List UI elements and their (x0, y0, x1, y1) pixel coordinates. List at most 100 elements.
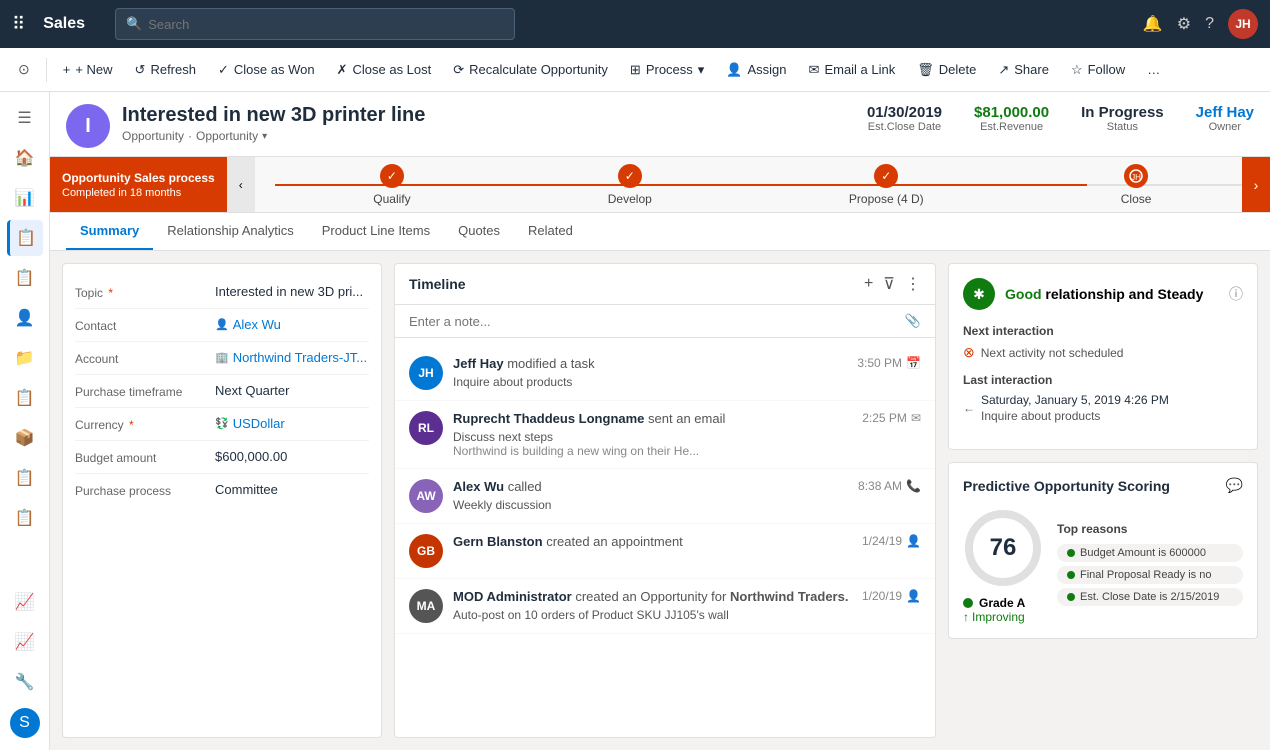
three-column-layout: Topic * Interested in new 3D pri... Cont… (50, 251, 1270, 750)
record-title-info: Interested in new 3D printer line Opport… (122, 104, 425, 143)
last-date: Saturday, January 5, 2019 4:26 PM (981, 393, 1169, 407)
sidebar-tasks-icon[interactable]: 📋 (7, 500, 43, 536)
process-prev-button[interactable]: ‹ (227, 157, 255, 212)
relationship-info-button[interactable]: ⓘ (1229, 284, 1243, 304)
delete-button[interactable]: 🗑 Delete (907, 56, 986, 84)
field-contact: Contact 👤 Alex Wu (75, 309, 369, 342)
relationship-title: Good relationship and Steady (1005, 286, 1203, 302)
field-budget-amount: Budget amount $600,000.00 (75, 441, 369, 474)
timeline-item: GB Gern Blanston created an appointment … (395, 524, 935, 579)
sidebar-settings-icon[interactable]: 🔧 (7, 664, 43, 700)
share-button[interactable]: ↗ Share (988, 56, 1059, 84)
improving-arrow-icon: ↑ (963, 610, 969, 624)
timeline-filter-button[interactable]: ⊽ (883, 274, 895, 294)
sidebar-reports-icon[interactable]: 📋 (7, 460, 43, 496)
notification-icon[interactable]: 🔔 (1143, 14, 1163, 34)
sidebar-home-icon[interactable]: 🏠 (7, 140, 43, 176)
sidebar-products-icon[interactable]: 📦 (7, 420, 43, 456)
new-label: + New (75, 62, 112, 77)
scoring-content: 76 Grade A ↑ Improving (963, 508, 1243, 624)
tab-related[interactable]: Related (514, 213, 587, 250)
tab-relationship-analytics[interactable]: Relationship Analytics (153, 213, 307, 250)
process-step-develop[interactable]: ✓ Develop (608, 164, 652, 206)
step-label-qualify: Qualify (373, 192, 410, 206)
process-next-button[interactable]: › (1242, 157, 1270, 212)
tl-time: 1/20/19 👤 (862, 589, 921, 603)
process-badge-label: Opportunity Sales process (62, 171, 215, 185)
settings-icon[interactable]: ⚙ (1177, 14, 1191, 34)
sidebar-user-icon[interactable]: S (10, 708, 40, 738)
search-input[interactable] (148, 17, 504, 32)
tl-action: called (508, 479, 542, 494)
attachment-icon[interactable]: 📎 (905, 313, 921, 329)
sidebar-records-icon[interactable]: 📋 (7, 220, 43, 256)
refresh-button[interactable]: ↺ Refresh (125, 56, 206, 84)
sidebar-analytics2-icon[interactable]: 📈 (7, 624, 43, 660)
sidebar-files-icon[interactable]: 📁 (7, 340, 43, 376)
field-value-account[interactable]: 🏢 Northwind Traders-JT... (215, 350, 367, 365)
help-icon[interactable]: ? (1205, 15, 1214, 33)
sidebar-notes-icon[interactable]: 📋 (7, 380, 43, 416)
history-button[interactable]: ⊙ (8, 55, 40, 84)
timeline-more-button[interactable]: ⋮ (905, 274, 921, 294)
timeline-item: MA MOD Administrator created an Opportun… (395, 579, 935, 634)
record-breadcrumb[interactable]: Opportunity (196, 129, 258, 143)
contact-icon: 👤 (215, 318, 229, 331)
process-step-close[interactable]: JH Close (1121, 164, 1152, 206)
assign-button[interactable]: 👤 Assign (716, 56, 796, 84)
scoring-chat-button[interactable]: 💬 (1226, 477, 1243, 494)
sidebar-analytics-icon[interactable]: 📈 (7, 584, 43, 620)
timeline-note-input[interactable] (409, 314, 897, 329)
process-bar: Opportunity Sales process Completed in 1… (50, 157, 1270, 213)
sidebar-contacts-icon[interactable]: 👤 (7, 300, 43, 336)
email-link-button[interactable]: ✉ Email a Link (799, 56, 906, 84)
process-step-qualify[interactable]: ✓ Qualify (373, 164, 410, 206)
sidebar-menu-icon[interactable]: ☰ (7, 100, 43, 136)
tab-quotes[interactable]: Quotes (444, 213, 514, 250)
process-button[interactable]: ⊞ Process ▾ (620, 56, 714, 84)
tl-desc: Discuss next steps (453, 430, 921, 444)
tab-product-line-items[interactable]: Product Line Items (308, 213, 444, 250)
top-navigation: ⠿ Sales 🔍 🔔 ⚙ ? JH (0, 0, 1270, 48)
recalculate-button[interactable]: ⟳ Recalculate Opportunity (443, 56, 618, 84)
more-button[interactable]: … (1137, 56, 1170, 83)
owner-value[interactable]: Jeff Hay (1196, 104, 1254, 121)
breadcrumb-chevron-icon[interactable]: ▾ (262, 131, 267, 142)
follow-button[interactable]: ☆ Follow (1061, 56, 1135, 84)
relationship-card: ✱ Good relationship and Steady ⓘ Next in… (948, 263, 1258, 450)
separator (46, 58, 47, 82)
tl-time-value: 8:38 AM (858, 479, 902, 493)
field-value-topic[interactable]: Interested in new 3D pri... (215, 284, 363, 299)
field-value-budget-amount[interactable]: $600,000.00 (215, 449, 287, 464)
user-avatar[interactable]: JH (1228, 9, 1258, 39)
field-value-currency[interactable]: 💱 USDollar (215, 416, 285, 431)
field-value-purchase-process[interactable]: Committee (215, 482, 278, 497)
field-value-purchase-timeframe[interactable]: Next Quarter (215, 383, 289, 398)
score-number: 76 (990, 534, 1017, 562)
tl-time: 2:25 PM ✉ (862, 411, 921, 425)
sidebar-activities-icon[interactable]: 📋 (7, 260, 43, 296)
tl-time: 3:50 PM 📅 (857, 356, 921, 370)
last-interaction-section: Last interaction ← Saturday, January 5, … (963, 373, 1243, 423)
close-won-button[interactable]: ✓ Close as Won (208, 56, 325, 84)
tl-time-icon: 📅 (906, 356, 921, 370)
close-lost-button[interactable]: ✗ Close as Lost (327, 56, 442, 84)
field-label-topic: Topic * (75, 284, 215, 300)
search-bar[interactable]: 🔍 (115, 8, 515, 40)
tab-summary[interactable]: Summary (66, 213, 153, 250)
field-topic: Topic * Interested in new 3D pri... (75, 276, 369, 309)
timeline-add-button[interactable]: + (864, 275, 873, 293)
refresh-label: Refresh (150, 62, 196, 77)
timeline-item-header: Gern Blanston created an appointment 1/2… (453, 534, 921, 549)
field-label-currency: Currency * (75, 416, 215, 432)
email-icon: ✉ (809, 62, 820, 78)
field-value-contact[interactable]: 👤 Alex Wu (215, 317, 281, 332)
waffle-menu-icon[interactable]: ⠿ (12, 14, 25, 35)
record-header: I Interested in new 3D printer line Oppo… (50, 92, 1270, 157)
record-title-section: I Interested in new 3D printer line Oppo… (66, 104, 425, 148)
sidebar-dashboard-icon[interactable]: 📊 (7, 180, 43, 216)
timeline-avatar-rl: RL (409, 411, 443, 445)
tl-desc: Inquire about products (453, 375, 921, 389)
new-button[interactable]: + + New (53, 56, 123, 83)
process-step-propose[interactable]: ✓ Propose (4 D) (849, 164, 924, 206)
